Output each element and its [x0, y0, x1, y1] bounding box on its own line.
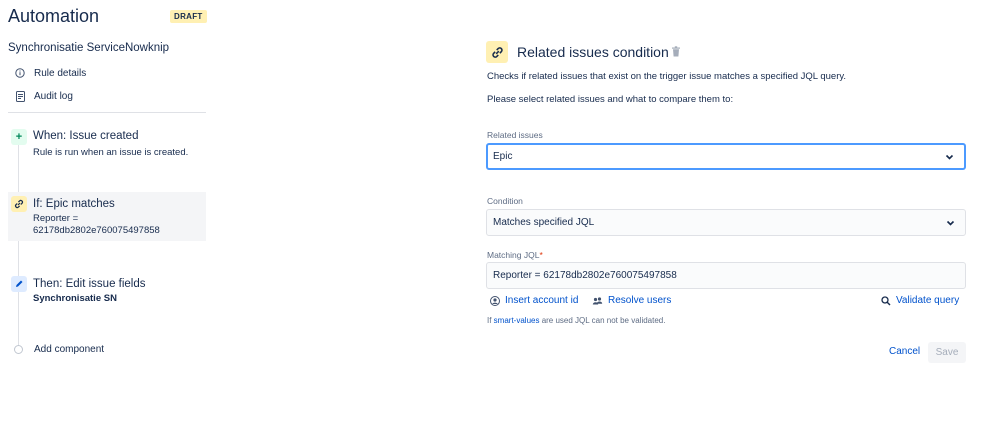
add-component-label: Add component: [34, 344, 105, 355]
trigger-step[interactable]: + When: Issue created Rule is run when a…: [8, 127, 206, 165]
matching-jql-label: Matching JQL*: [487, 250, 543, 260]
nav-audit-log[interactable]: Audit log: [14, 90, 73, 102]
related-issues-value: Epic: [493, 151, 513, 162]
timeline-line: [18, 140, 19, 350]
validate-query-link[interactable]: Validate query: [881, 295, 959, 306]
action-step[interactable]: Then: Edit issue fields Synchronisatie S…: [8, 272, 206, 312]
smart-values-link[interactable]: smart-values: [494, 316, 540, 325]
condition-label: Condition: [487, 196, 523, 206]
plus-icon: +: [11, 129, 27, 145]
insert-account-id-label: Insert account id: [505, 295, 579, 306]
status-badge: DRAFT: [170, 10, 207, 23]
pencil-icon: [11, 276, 27, 292]
matching-jql-input[interactable]: [486, 262, 966, 289]
matching-jql-label-text: Matching JQL: [487, 250, 540, 260]
step-description-line: 62178db2802e760075497858: [33, 225, 160, 236]
nav-label: Audit log: [34, 90, 73, 102]
resolve-users-link[interactable]: Resolve users: [592, 295, 671, 306]
trash-icon[interactable]: [671, 46, 681, 57]
step-title: When: Issue created: [33, 130, 139, 142]
step-title: Then: Edit issue fields: [33, 278, 146, 290]
divider: [8, 112, 206, 113]
link-icon: [486, 41, 508, 63]
resolve-users-label: Resolve users: [608, 295, 672, 306]
nav-label: Rule details: [34, 67, 87, 79]
step-description: Synchronisatie SN: [33, 293, 117, 304]
step-description-line: Reporter =: [33, 213, 79, 224]
hint-prefix: If: [487, 316, 494, 325]
insert-account-id-link[interactable]: Insert account id: [490, 295, 578, 306]
chevron-down-icon: [946, 220, 955, 226]
required-mark: *: [539, 250, 543, 260]
related-issues-select[interactable]: Epic: [486, 143, 966, 170]
user-circle-icon: [490, 295, 500, 306]
cancel-button[interactable]: Cancel: [884, 343, 925, 360]
step-description: Rule is run when an issue is created.: [33, 147, 189, 158]
step-title: If: Epic matches: [33, 198, 115, 210]
add-component-button[interactable]: Add component: [14, 344, 104, 355]
chevron-down-icon: [945, 154, 954, 160]
add-component-node-icon: [14, 345, 23, 354]
nav-rule-details[interactable]: Rule details: [14, 67, 86, 79]
panel-instruction: Please select related issues and what to…: [487, 94, 734, 105]
condition-select[interactable]: Matches specified JQL: [486, 209, 966, 236]
link-icon: [11, 196, 27, 212]
rule-name[interactable]: Synchronisatie ServiceNowknip: [8, 42, 169, 54]
panel-description: Checks if related issues that exist on t…: [487, 71, 847, 82]
hint-suffix: are used JQL can not be validated.: [539, 316, 666, 325]
condition-step[interactable]: If: Epic matches Reporter = 62178db2802e7…: [8, 192, 206, 241]
hint-text: If smart-values are used JQL can not be …: [487, 316, 665, 325]
info-icon: [14, 67, 26, 79]
related-issues-label: Related issues: [487, 130, 543, 140]
step-description: Reporter = 62178db2802e760075497858: [33, 213, 160, 237]
document-icon: [14, 90, 26, 102]
panel-title: Related issues condition: [517, 44, 669, 60]
save-button[interactable]: Save: [928, 342, 966, 363]
users-icon: [592, 296, 603, 304]
page-title: Automation: [8, 6, 100, 26]
search-icon: [881, 295, 891, 305]
condition-value: Matches specified JQL: [493, 217, 595, 228]
validate-query-label: Validate query: [896, 295, 960, 306]
